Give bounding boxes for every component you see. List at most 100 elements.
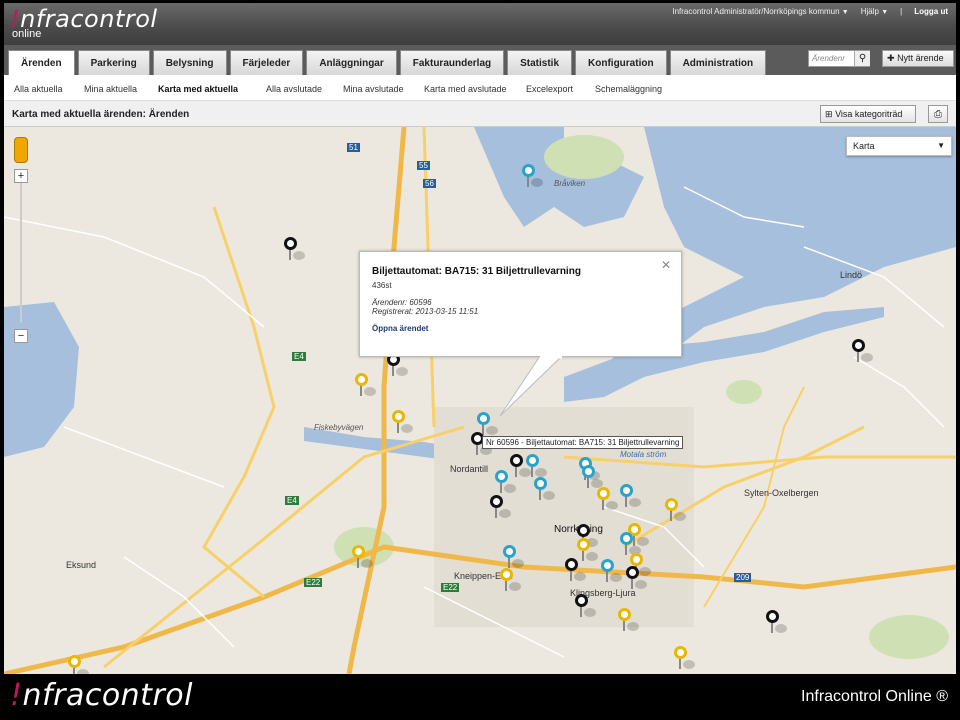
- sub-navigation: Alla aktuella Mina aktuella Karta med ak…: [4, 75, 956, 101]
- subnav-karta-aktuella[interactable]: Karta med aktuella: [158, 84, 266, 94]
- logo-sub: online: [12, 28, 42, 40]
- subnav-schemalaggning[interactable]: Schemaläggning: [595, 84, 675, 94]
- search-icon[interactable]: ⚲: [854, 51, 870, 66]
- map-marker-yellow[interactable]: [392, 410, 413, 436]
- zoom-in-icon[interactable]: +: [14, 169, 28, 183]
- page-title: Karta med aktuella ärenden: Ärenden: [12, 109, 190, 120]
- map-marker-black[interactable]: [575, 594, 596, 620]
- user-name: Infracontrol Administratör/Norrköpings k…: [672, 7, 840, 16]
- footer-product: Infracontrol Online ®: [801, 688, 948, 705]
- subnav-alla-avslutade[interactable]: Alla avslutade: [266, 84, 343, 94]
- tab-fakturaunderlag[interactable]: Fakturaunderlag: [399, 50, 505, 75]
- tab-parkering[interactable]: Parkering: [77, 50, 150, 75]
- map-marker-blue[interactable]: [522, 164, 543, 190]
- map-marker-yellow[interactable]: [68, 655, 89, 674]
- close-icon[interactable]: ✕: [661, 258, 671, 272]
- map-marker-yellow[interactable]: [597, 487, 618, 513]
- footer-logo-text: nfracontrol: [22, 678, 193, 713]
- map-marker-black[interactable]: [510, 454, 531, 480]
- map-marker-yellow[interactable]: [618, 608, 639, 634]
- divider: |: [900, 7, 903, 16]
- open-case-link[interactable]: Öppna ärendet: [372, 324, 428, 333]
- map-marker-blue[interactable]: [534, 477, 555, 503]
- road-e4-lower: E4: [285, 496, 299, 505]
- label-motala: Motala ström: [620, 450, 667, 459]
- print-icon[interactable]: ⎙: [928, 105, 948, 123]
- tab-arenden[interactable]: Ärenden: [8, 50, 75, 76]
- map-marker-blue[interactable]: [582, 465, 603, 491]
- subnav-excelexport[interactable]: Excelexport: [526, 84, 595, 94]
- user-name-dropdown[interactable]: Infracontrol Administratör/Norrköpings k…: [672, 7, 848, 16]
- road-e22-right: E22: [441, 583, 460, 592]
- zoom-out-icon[interactable]: −: [14, 329, 28, 343]
- popup-count: 436st: [372, 281, 392, 290]
- road-e4-upper: E4: [292, 352, 306, 361]
- label-eksund: Eksund: [66, 560, 97, 570]
- map-marker-yellow[interactable]: [355, 373, 376, 399]
- logout-link[interactable]: Logga ut: [914, 7, 948, 16]
- map-canvas[interactable]: + − Karta ▼ Bråviken Norrköping Nordanti…: [4, 127, 956, 674]
- tab-farjeleder[interactable]: Färjeleder: [229, 50, 304, 75]
- zoom-control: + −: [14, 137, 30, 343]
- popup-pointer: [499, 356, 563, 416]
- tab-belysning[interactable]: Belysning: [152, 50, 227, 75]
- top-header: !nfracontrol online Infracontrol Adminis…: [4, 3, 956, 45]
- tabs: Ärenden Parkering Belysning Färjeleder A…: [8, 50, 767, 76]
- new-case-button[interactable]: ✚ Nytt ärende: [882, 50, 954, 67]
- subnav-mina-aktuella[interactable]: Mina aktuella: [84, 84, 158, 94]
- map-marker-yellow[interactable]: [500, 568, 521, 594]
- map-type-value: Karta: [853, 141, 875, 151]
- tree-icon: ⊞: [825, 109, 833, 119]
- map-background: [4, 127, 956, 674]
- map-marker-black[interactable]: [284, 237, 305, 263]
- category-tree-label: Visa kategoriträd: [835, 109, 903, 119]
- label-fiskebyvagen: Fiskebyvägen: [314, 423, 364, 432]
- popup-case-number: Ärendenr: 60596: [372, 298, 432, 307]
- tab-statistik[interactable]: Statistik: [507, 50, 573, 75]
- popup-registered: Registrerat: 2013-03-15 11:51: [372, 307, 479, 316]
- map-marker-black[interactable]: [490, 495, 511, 521]
- map-marker-black[interactable]: [766, 610, 787, 636]
- streetview-pegman-icon[interactable]: [14, 137, 28, 163]
- user-menu: Infracontrol Administratör/Norrköpings k…: [672, 7, 948, 16]
- new-case-label: Nytt ärende: [897, 53, 944, 63]
- road-56: 56: [423, 179, 436, 188]
- map-marker-yellow[interactable]: [352, 545, 373, 571]
- label-lindo: Lindö: [840, 270, 863, 280]
- footer-logo: !nfracontrol: [10, 678, 193, 713]
- subnav-mina-avslutade[interactable]: Mina avslutade: [343, 84, 424, 94]
- zoom-slider[interactable]: [20, 183, 22, 323]
- map-marker-yellow[interactable]: [665, 498, 686, 524]
- road-e22-left: E22: [304, 578, 323, 587]
- tab-konfiguration[interactable]: Konfiguration: [575, 50, 667, 75]
- chevron-down-icon: ▼: [881, 9, 889, 16]
- map-marker-black[interactable]: [626, 566, 647, 592]
- map-type-select[interactable]: Karta ▼: [846, 136, 952, 156]
- map-marker-blue[interactable]: [620, 484, 641, 510]
- subnav-alla-aktuella[interactable]: Alla aktuella: [14, 84, 84, 94]
- road-209: 209: [734, 573, 752, 582]
- main-tab-bar: Ärenden Parkering Belysning Färjeleder A…: [4, 45, 956, 76]
- subnav-karta-avslutade[interactable]: Karta med avslutade: [424, 84, 526, 94]
- app-frame: !nfracontrol online Infracontrol Adminis…: [4, 3, 956, 674]
- category-tree-button[interactable]: ⊞ Visa kategoriträd: [820, 105, 916, 123]
- map-marker-blue[interactable]: [495, 470, 516, 496]
- tab-anlaggningar[interactable]: Anläggningar: [306, 50, 397, 75]
- map-marker-black[interactable]: [852, 339, 873, 365]
- footer-logo-mark: !: [10, 678, 23, 713]
- map-marker-yellow[interactable]: [674, 646, 695, 672]
- label-nordantill: Nordantill: [450, 464, 489, 474]
- case-info-popup: ✕ Biljettautomat: BA715: 31 Biljettrulle…: [359, 251, 682, 357]
- popup-title: Biljettautomat: BA715: 31 Biljettrulleva…: [372, 266, 581, 277]
- chevron-down-icon: ▼: [937, 141, 945, 150]
- map-marker-yellow[interactable]: [577, 538, 598, 564]
- map-marker-black[interactable]: [565, 558, 586, 584]
- plus-icon: ✚: [887, 53, 895, 63]
- help-dropdown[interactable]: Hjälp ▼: [861, 7, 888, 16]
- tab-administration[interactable]: Administration: [669, 50, 767, 75]
- map-marker-blue[interactable]: [601, 559, 622, 585]
- title-bar: Karta med aktuella ärenden: Ärenden ⊞ Vi…: [4, 101, 956, 127]
- marker-tooltip: Nr 60596 - Biljettautomat: BA715: 31 Bil…: [482, 436, 684, 449]
- chevron-down-icon: ▼: [841, 9, 849, 16]
- road-51: 51: [347, 143, 360, 152]
